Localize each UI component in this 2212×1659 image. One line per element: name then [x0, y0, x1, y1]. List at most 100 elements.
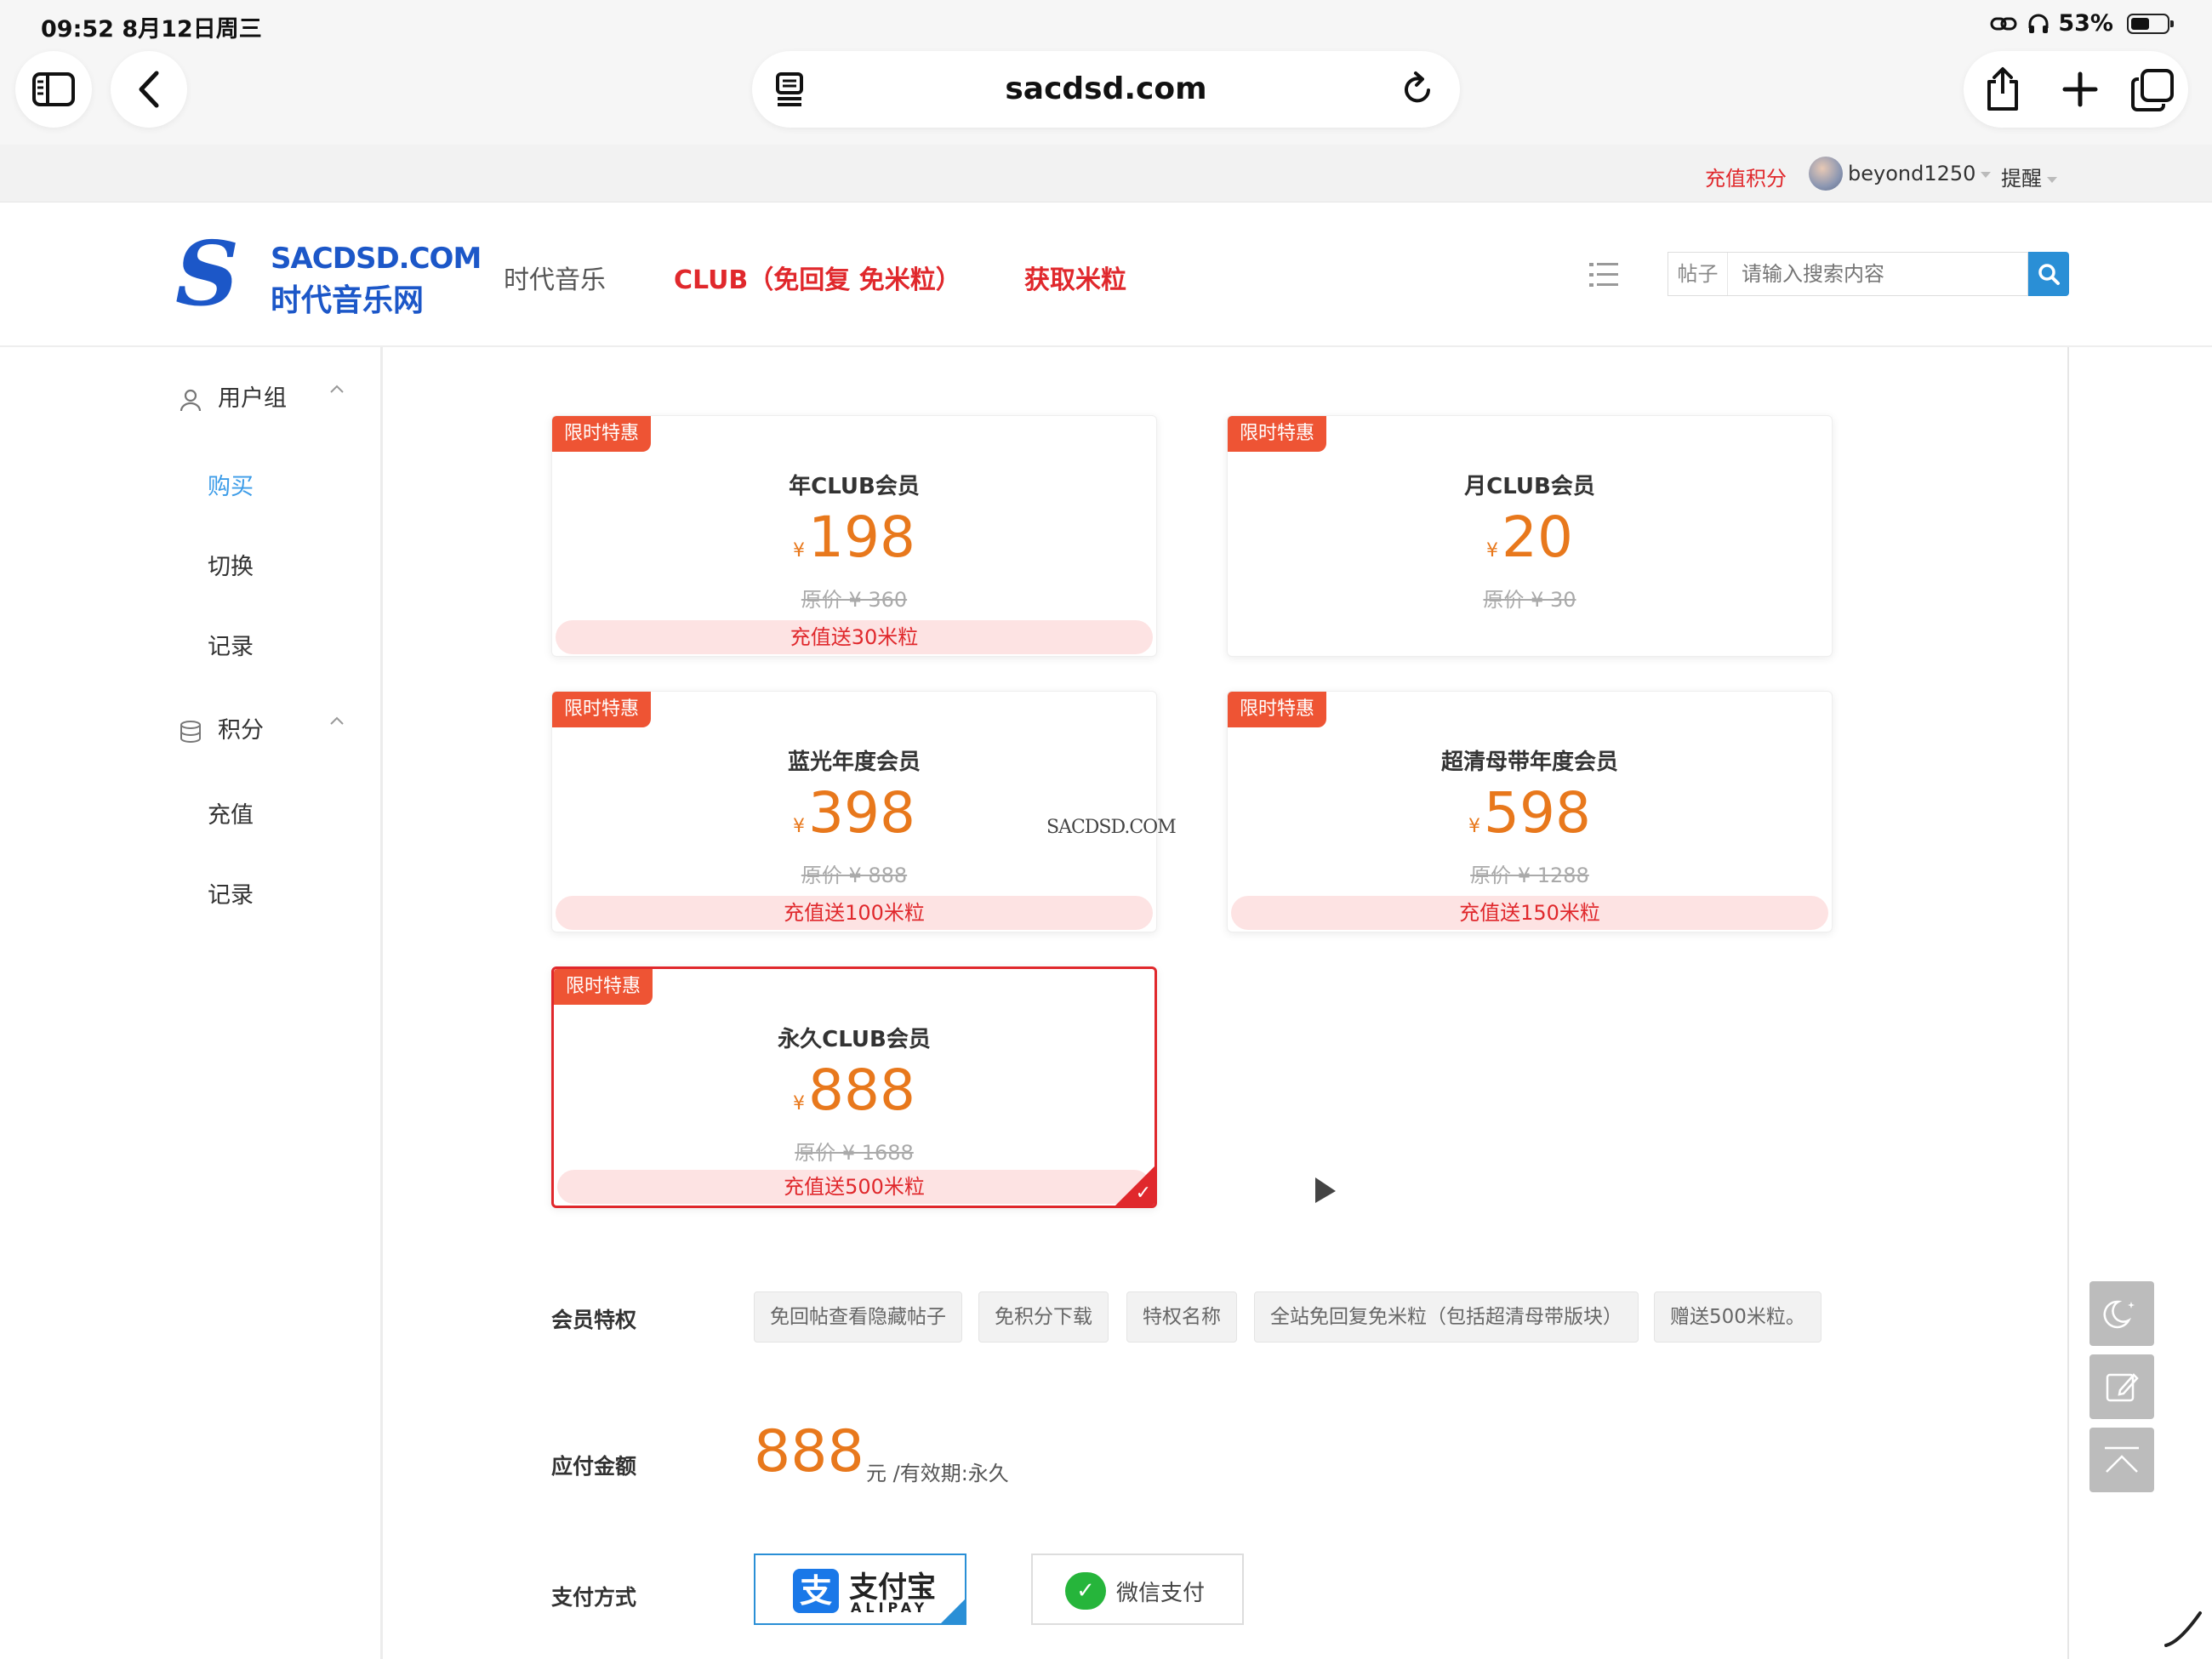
back-to-top-button[interactable]	[2089, 1428, 2154, 1492]
original-price: 原价 ¥ 30	[1483, 588, 1576, 612]
price-value: 888	[808, 1058, 915, 1123]
database-icon	[180, 720, 201, 743]
reload-icon[interactable]	[1400, 70, 1436, 107]
bonus-banner: 充值送100米粒	[556, 896, 1153, 930]
back-to-top-icon	[2105, 1446, 2139, 1473]
price-value: 20	[1502, 505, 1573, 570]
privilege-tag: 赠送500米粒。	[1654, 1291, 1821, 1343]
alipay-icon: 支	[793, 1569, 839, 1613]
payment-method-label: 支付方式	[551, 1585, 637, 1610]
currency-symbol: ¥	[793, 816, 805, 837]
plan-name: 年CLUB会员	[789, 474, 920, 499]
list-menu-icon[interactable]	[1589, 260, 1618, 289]
plan-price: ¥888	[554, 1061, 1154, 1134]
sidebar-toggle-button[interactable]	[15, 51, 92, 128]
currency-symbol: ¥	[793, 1093, 805, 1115]
address-bar[interactable]: sacdsd.com	[752, 51, 1460, 128]
user-menu[interactable]: beyond1250	[1848, 162, 1992, 185]
plan-price: ¥598	[1228, 784, 1832, 857]
original-price: 原价 ¥ 360	[801, 588, 908, 612]
currency-symbol: ¥	[793, 540, 805, 562]
plus-icon[interactable]	[2062, 71, 2098, 107]
plan-card-bluray-year[interactable]: 限时特惠 蓝光年度会员 ¥398 原价 ¥ 888 充值送100米粒	[551, 691, 1157, 932]
edit-icon	[2106, 1373, 2139, 1402]
back-icon	[139, 71, 159, 108]
amount-label: 应付金额	[551, 1454, 637, 1479]
plan-card-master-year[interactable]: 限时特惠 超清母带年度会员 ¥598 原价 ¥ 1288 充值送150米粒	[1227, 691, 1833, 932]
search-button[interactable]	[2028, 252, 2069, 296]
site-logo[interactable]: S SACDSD.COM 时代音乐网	[175, 221, 482, 326]
promo-tag: 限时特惠	[552, 692, 652, 727]
moon-icon	[2103, 1300, 2135, 1329]
caret-down-icon	[1981, 171, 1992, 178]
chevron-up-icon	[330, 385, 344, 393]
avatar[interactable]	[1809, 157, 1843, 191]
search-scope[interactable]: 帖子	[1668, 253, 1728, 295]
share-icon[interactable]	[1984, 66, 2021, 112]
check-icon: ✓	[1135, 1183, 1151, 1204]
status-right: 53%	[1990, 10, 2174, 37]
sidebar-item-points-records[interactable]: 记录	[208, 876, 254, 909]
sidebar-group-label: 用户组	[218, 385, 287, 412]
logo-line1: SACDSD.COM	[271, 242, 482, 276]
nav-club[interactable]: CLUB（免回复 免米粒）	[674, 259, 961, 296]
search-box: 帖子	[1668, 252, 2028, 296]
status-time: 09:52 8月12日周三	[41, 16, 262, 43]
tabs-icon[interactable]	[2130, 68, 2175, 112]
original-price: 原价 ¥ 1688	[795, 1141, 914, 1165]
username: beyond1250	[1848, 162, 1976, 185]
sidebar-item-recharge[interactable]: 充值	[208, 796, 254, 830]
search-input[interactable]	[1742, 253, 1997, 295]
promo-tag: 限时特惠	[1228, 692, 1327, 727]
dark-mode-button[interactable]	[2089, 1281, 2154, 1346]
remind-label: 提醒	[2001, 167, 2042, 191]
compose-button[interactable]	[2089, 1354, 2154, 1419]
selected-corner	[941, 1599, 965, 1623]
toolbar-actions	[1964, 51, 2188, 128]
privilege-tag: 免积分下载	[978, 1291, 1109, 1343]
logo-mark: S	[175, 221, 240, 326]
sidebar-group-usergroup[interactable]: 用户组	[179, 379, 344, 413]
original-price: 原价 ¥ 888	[801, 864, 908, 887]
sidebar-item-records[interactable]: 记录	[208, 628, 254, 661]
plan-card-month-club[interactable]: 限时特惠 月CLUB会员 ¥20 原价 ¥ 30	[1227, 415, 1833, 657]
back-button[interactable]	[111, 51, 187, 128]
user-icon	[180, 389, 202, 411]
sidebar-group-points[interactable]: 积分	[179, 711, 344, 744]
amount-suffix: 元 /有效期:永久	[866, 1462, 1009, 1485]
browser-toolbar: sacdsd.com	[0, 51, 2212, 145]
original-price: 原价 ¥ 1288	[1470, 864, 1589, 887]
remind-menu[interactable]: 提醒	[2001, 162, 2057, 191]
pay-option-alipay[interactable]: 支 支付宝 ALIPAY	[754, 1554, 966, 1625]
sidebar-item-buy[interactable]: 购买	[208, 468, 254, 501]
bonus-banner: 充值送30米粒	[556, 620, 1153, 654]
pay-option-wechat[interactable]: ✓ 微信支付	[1031, 1554, 1244, 1625]
plan-card-lifetime-club[interactable]: 限时特惠 永久CLUB会员 ¥888 原价 ¥ 1688 充值送500米粒 ✓	[551, 966, 1157, 1208]
logo-line2: 时代音乐网	[271, 283, 425, 318]
nav-music[interactable]: 时代音乐	[504, 259, 606, 296]
promo-tag: 限时特惠	[552, 416, 652, 452]
alipay-sublabel: ALIPAY	[851, 1599, 929, 1616]
plan-price: ¥198	[552, 508, 1156, 581]
url-text[interactable]: sacdsd.com	[752, 71, 1460, 106]
price-value: 198	[808, 505, 915, 570]
status-bar: 09:52 8月12日周三 53%	[0, 0, 2212, 51]
sidebar-group-label: 积分	[218, 717, 264, 744]
payable-amount: 888	[754, 1418, 864, 1485]
sidebar-icon	[32, 72, 75, 106]
sidebar-item-switch[interactable]: 切换	[208, 548, 254, 581]
plan-card-year-club[interactable]: 限时特惠 年CLUB会员 ¥198 原价 ¥ 360 充值送30米粒	[551, 415, 1157, 657]
nav-get-points[interactable]: 获取米粒	[1024, 259, 1126, 296]
plan-name: 月CLUB会员	[1464, 474, 1595, 499]
site-topbar: 充值积分 beyond1250 提醒	[0, 145, 2212, 202]
search-icon	[2038, 264, 2060, 285]
privilege-tag: 特权名称	[1126, 1291, 1237, 1343]
promo-tag: 限时特惠	[1228, 416, 1327, 452]
wechat-label: 微信支付	[1116, 1581, 1206, 1606]
battery-percent: 53%	[2058, 10, 2113, 37]
promo-tag: 限时特惠	[554, 969, 653, 1005]
wechat-pay-icon: ✓	[1065, 1572, 1106, 1610]
plan-name: 永久CLUB会员	[778, 1027, 931, 1052]
watermark: SACDSD.COM	[1046, 817, 1177, 838]
recharge-points-link[interactable]: 充值积分	[1705, 162, 1787, 191]
